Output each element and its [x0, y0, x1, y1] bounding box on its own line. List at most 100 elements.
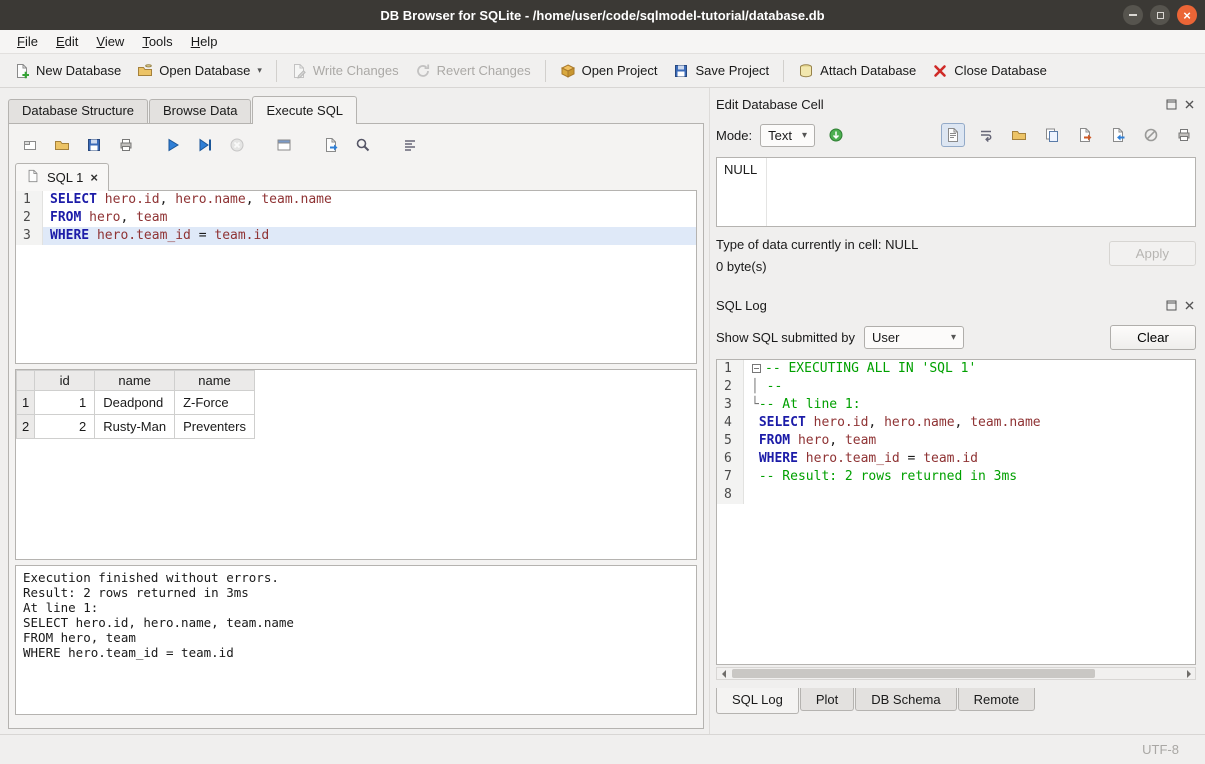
- corner-header[interactable]: [17, 371, 35, 391]
- table-cell[interactable]: Preventers: [175, 415, 255, 439]
- toolbar-button-label: Revert Changes: [437, 63, 531, 78]
- tab-execute-sql[interactable]: Execute SQL: [252, 96, 357, 124]
- code-text: FROM hero, team: [43, 209, 696, 227]
- scrollbar-thumb[interactable]: [732, 669, 1095, 678]
- cell-editor-content: NULL: [717, 158, 767, 226]
- menu-help[interactable]: Help: [182, 31, 227, 52]
- find-replace-icon[interactable]: [350, 132, 376, 158]
- open-project-button[interactable]: Open Project: [552, 58, 666, 84]
- print-cell-icon[interactable]: [1172, 123, 1196, 147]
- close-tab-icon[interactable]: ×: [90, 170, 98, 185]
- table-cell[interactable]: 2: [35, 415, 95, 439]
- menu-edit[interactable]: Edit: [47, 31, 87, 52]
- menu-file[interactable]: File: [8, 31, 47, 52]
- execute-line-icon[interactable]: [192, 132, 218, 158]
- window-controls: ×: [1123, 5, 1197, 25]
- new-window-icon[interactable]: [271, 132, 297, 158]
- menu-view[interactable]: View: [87, 31, 133, 52]
- line-number: 8: [717, 486, 744, 504]
- tab-database-structure[interactable]: Database Structure: [8, 99, 148, 123]
- fold-collapse-icon[interactable]: [752, 364, 761, 373]
- table-cell[interactable]: Rusty-Man: [95, 415, 175, 439]
- execute-all-icon[interactable]: [160, 132, 186, 158]
- word-wrap-icon[interactable]: [974, 123, 998, 147]
- code-text: SELECT hero.id, hero.name, team.name: [43, 191, 696, 209]
- column-header[interactable]: name: [95, 371, 175, 391]
- mode-select[interactable]: Text ▾: [760, 124, 815, 147]
- encoding-label: UTF-8: [1142, 742, 1179, 757]
- row-header[interactable]: 2: [17, 415, 35, 439]
- maximize-icon[interactable]: [1150, 5, 1170, 25]
- close-database-icon: [932, 63, 948, 79]
- row-header[interactable]: 1: [17, 391, 35, 415]
- execution-message: Execution finished without errors. Resul…: [15, 565, 697, 715]
- open-file-icon[interactable]: [1007, 123, 1031, 147]
- revert-changes-icon: [415, 63, 431, 79]
- menu-tools[interactable]: Tools: [133, 31, 181, 52]
- dock-float-icon[interactable]: [1165, 299, 1178, 312]
- menubar: FileEditViewToolsHelp: [0, 30, 1205, 54]
- minimize-icon[interactable]: [1123, 5, 1143, 25]
- dock-close-icon[interactable]: [1183, 98, 1196, 111]
- results-grid: idnamename11DeadpondZ-Force22Rusty-ManPr…: [15, 369, 697, 560]
- submitter-select[interactable]: User ▾: [864, 326, 964, 349]
- dock-close-icon[interactable]: [1183, 299, 1196, 312]
- open-database-button[interactable]: Open Database▾: [129, 58, 270, 84]
- close-database-button[interactable]: Close Database: [924, 58, 1055, 84]
- open-sql-icon[interactable]: [49, 132, 75, 158]
- table-cell[interactable]: 1: [35, 391, 95, 415]
- sql-tab-label: SQL 1: [47, 170, 83, 185]
- export-sql-icon[interactable]: [318, 132, 344, 158]
- import-cell-icon[interactable]: [1106, 123, 1130, 147]
- sql-log-view[interactable]: 1-- EXECUTING ALL IN 'SQL 1'2│ --3└-- At…: [716, 359, 1196, 665]
- print-icon[interactable]: [113, 132, 139, 158]
- dock-tab-remote[interactable]: Remote: [958, 688, 1036, 711]
- export-cell-icon[interactable]: [1073, 123, 1097, 147]
- horizontal-scrollbar[interactable]: [716, 667, 1196, 680]
- code-line: 7 -- Result: 2 rows returned in 3ms: [717, 468, 1195, 486]
- dock-tab-db-schema[interactable]: DB Schema: [855, 688, 956, 711]
- import-format-icon[interactable]: [823, 122, 849, 148]
- save-sql-icon[interactable]: [81, 132, 107, 158]
- new-database-button[interactable]: New Database: [6, 58, 129, 84]
- results-table[interactable]: idnamename11DeadpondZ-Force22Rusty-ManPr…: [16, 370, 255, 439]
- titlebar[interactable]: DB Browser for SQLite - /home/user/code/…: [0, 0, 1205, 30]
- dock-tab-sql-log[interactable]: SQL Log: [716, 688, 799, 714]
- code-text: WHERE hero.team_id = team.id: [43, 227, 696, 245]
- left-panel: Database StructureBrowse DataExecute SQL…: [0, 88, 704, 734]
- sql-editor-tab[interactable]: SQL 1 ×: [15, 163, 109, 191]
- close-icon[interactable]: ×: [1177, 5, 1197, 25]
- line-number: 6: [717, 450, 744, 468]
- sql-file-icon: [26, 169, 40, 186]
- new-tab-icon[interactable]: [17, 132, 43, 158]
- cell-editor[interactable]: NULL: [716, 157, 1196, 227]
- scroll-left-icon[interactable]: [717, 668, 730, 679]
- edit-cell-header: Edit Database Cell: [716, 94, 1196, 114]
- line-number: 2: [717, 378, 744, 396]
- code-line: 3└-- At line 1:: [717, 396, 1195, 414]
- attach-database-button[interactable]: Attach Database: [790, 58, 924, 84]
- code-text: -- Result: 2 rows returned in 3ms: [744, 468, 1195, 486]
- sql-editor[interactable]: 1SELECT hero.id, hero.name, team.name2FR…: [15, 190, 697, 364]
- code-line: 4 SELECT hero.id, hero.name, team.name: [717, 414, 1195, 432]
- edit-cell-mode-row: Mode: Text ▾: [716, 121, 1196, 149]
- sql-toolbar: [15, 129, 697, 161]
- format-icon[interactable]: [397, 132, 423, 158]
- tab-browse-data[interactable]: Browse Data: [149, 99, 251, 123]
- set-null-icon[interactable]: [1139, 123, 1163, 147]
- column-header[interactable]: name: [175, 371, 255, 391]
- save-project-button[interactable]: Save Project: [665, 58, 777, 84]
- apply-button[interactable]: Apply: [1109, 241, 1196, 266]
- line-number: 4: [717, 414, 744, 432]
- dock-tab-plot[interactable]: Plot: [800, 688, 854, 711]
- table-cell[interactable]: Deadpond: [95, 391, 175, 415]
- toolbar-separator: [783, 60, 784, 82]
- scroll-right-icon[interactable]: [1182, 668, 1195, 679]
- dock-float-icon[interactable]: [1165, 98, 1178, 111]
- text-view-icon[interactable]: [941, 123, 965, 147]
- toolbar-button-label: Open Project: [582, 63, 658, 78]
- table-cell[interactable]: Z-Force: [175, 391, 255, 415]
- column-header[interactable]: id: [35, 371, 95, 391]
- clear-button[interactable]: Clear: [1110, 325, 1196, 350]
- copy-cell-icon[interactable]: [1040, 123, 1064, 147]
